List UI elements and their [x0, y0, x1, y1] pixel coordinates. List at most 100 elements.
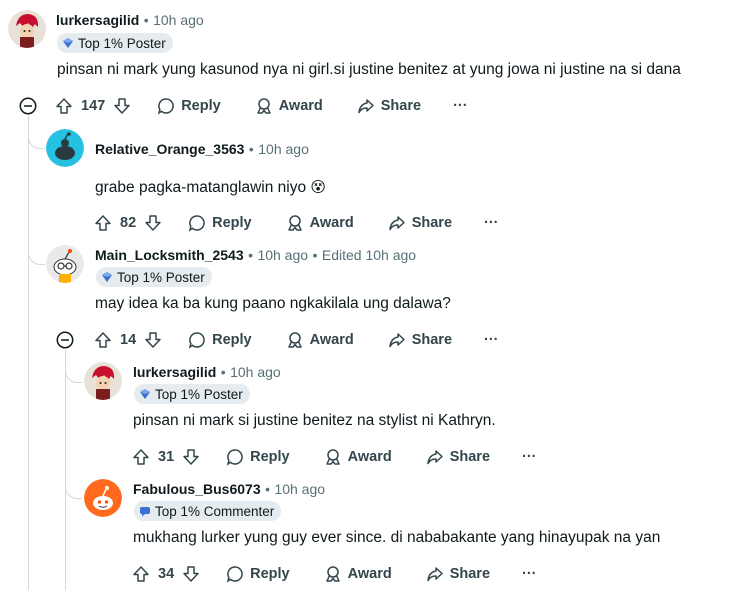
top-poster-icon — [102, 272, 112, 282]
comment-bubble-icon — [226, 449, 243, 466]
upvote-icon — [133, 449, 149, 465]
reply-button[interactable]: Reply — [188, 331, 252, 349]
upvote-button[interactable] — [55, 97, 73, 115]
username[interactable]: lurkersagilid — [133, 364, 216, 380]
upvote-button[interactable] — [94, 214, 112, 232]
more-options-button[interactable]: ··· — [484, 215, 499, 231]
timestamp[interactable]: 10h ago — [257, 247, 308, 263]
award-icon — [325, 566, 340, 582]
reply-label: Reply — [181, 98, 221, 114]
award-icon — [287, 215, 302, 231]
upvote-icon — [133, 566, 149, 582]
share-label: Share — [449, 566, 491, 582]
downvote-icon — [145, 215, 161, 231]
vote-count: 147 — [81, 98, 106, 114]
downvote-icon — [183, 566, 199, 582]
downvote-button[interactable] — [113, 97, 131, 115]
reply-button[interactable]: Reply — [157, 97, 221, 115]
timestamp[interactable]: 10h ago — [274, 481, 325, 497]
vote-count: 34 — [158, 566, 175, 582]
avatar[interactable] — [46, 129, 84, 167]
downvote-icon — [114, 98, 130, 114]
reply-button[interactable]: Reply — [226, 565, 290, 583]
flair-badge: Top 1% Poster — [96, 267, 212, 287]
timestamp[interactable]: 10h ago — [258, 141, 309, 157]
timestamp[interactable]: 10h ago — [153, 12, 204, 28]
separator: • — [248, 247, 253, 263]
upvote-button[interactable] — [132, 448, 150, 466]
downvote-icon — [183, 449, 199, 465]
top-poster-icon — [140, 389, 150, 399]
username[interactable]: Main_Locksmith_2543 — [95, 247, 244, 263]
dizzy-face-emoji-icon: 😵 — [310, 179, 327, 196]
flair-label: Top 1% Commenter — [155, 503, 275, 519]
award-label: Award — [278, 98, 323, 114]
downvote-button[interactable] — [182, 565, 200, 583]
share-button[interactable]: Share — [357, 97, 421, 115]
more-options-button[interactable]: ··· — [522, 449, 537, 465]
award-button[interactable]: Award — [324, 565, 392, 583]
separator: • — [265, 481, 270, 497]
username[interactable]: lurkersagilid — [56, 12, 139, 28]
comment-actions: 14 Reply Award Share ··· — [94, 325, 499, 355]
comment-bubble-icon — [188, 332, 205, 349]
more-options-icon: ··· — [484, 215, 499, 231]
red-hair-avatar-icon — [84, 362, 122, 400]
share-label: Share — [411, 332, 453, 348]
downvote-button[interactable] — [144, 331, 162, 349]
collapse-minus-icon — [56, 331, 74, 349]
avatar[interactable] — [84, 479, 122, 517]
comment-header: Relative_Orange_3563 • 10h ago — [95, 141, 309, 159]
username[interactable]: Fabulous_Bus6073 — [133, 481, 261, 497]
upvote-button[interactable] — [94, 331, 112, 349]
comment-header: Main_Locksmith_2543 • 10h ago • Edited 1… — [95, 247, 416, 265]
award-button[interactable]: Award — [324, 448, 392, 466]
share-icon — [388, 333, 405, 348]
comment-body: mukhang lurker yung guy ever since. di n… — [133, 529, 661, 546]
award-button[interactable]: Award — [286, 331, 354, 349]
more-options-button[interactable]: ··· — [522, 566, 537, 582]
snoo-glasses-avatar-icon — [46, 245, 84, 283]
default-snoo-cyan-avatar-icon — [46, 129, 84, 167]
award-button[interactable]: Award — [255, 97, 323, 115]
upvote-button[interactable] — [132, 565, 150, 583]
avatar[interactable] — [8, 10, 46, 48]
reply-button[interactable]: Reply — [188, 214, 252, 232]
comment-header: lurkersagilid • 10h ago — [56, 12, 204, 30]
award-icon — [325, 449, 340, 465]
downvote-button[interactable] — [144, 214, 162, 232]
share-button[interactable]: Share — [388, 331, 452, 349]
flair-badge: Top 1% Commenter — [134, 501, 282, 521]
award-button[interactable]: Award — [286, 214, 354, 232]
flair-badge: Top 1% Poster — [134, 384, 250, 404]
more-options-icon: ··· — [453, 98, 468, 114]
vote-count: 82 — [120, 215, 137, 231]
username[interactable]: Relative_Orange_3563 — [95, 141, 244, 157]
flair-badge: Top 1% Poster — [57, 33, 173, 53]
award-icon — [256, 98, 271, 114]
collapse-minus-icon — [19, 97, 37, 115]
avatar[interactable] — [46, 245, 84, 283]
reply-button[interactable]: Reply — [226, 448, 290, 466]
downvote-button[interactable] — [182, 448, 200, 466]
share-icon — [426, 450, 443, 465]
more-options-button[interactable]: ··· — [453, 98, 468, 114]
share-button[interactable]: Share — [388, 214, 452, 232]
award-label: Award — [347, 449, 392, 465]
more-options-icon: ··· — [522, 449, 537, 465]
reply-label: Reply — [212, 215, 252, 231]
collapse-button[interactable] — [19, 97, 37, 115]
share-button[interactable]: Share — [426, 448, 490, 466]
top-commenter-icon — [140, 507, 150, 517]
timestamp[interactable]: 10h ago — [230, 364, 281, 380]
comment-bubble-icon — [158, 98, 174, 115]
collapse-button[interactable] — [56, 331, 74, 349]
comment-header: Fabulous_Bus6073 • 10h ago — [133, 481, 325, 499]
more-options-button[interactable]: ··· — [484, 332, 499, 348]
share-button[interactable]: Share — [426, 565, 490, 583]
avatar[interactable] — [84, 362, 122, 400]
award-label: Award — [309, 215, 354, 231]
thread-elbow-2 — [28, 116, 45, 265]
edited-label: Edited 10h ago — [321, 247, 417, 263]
flair-label: Top 1% Poster — [117, 269, 205, 285]
